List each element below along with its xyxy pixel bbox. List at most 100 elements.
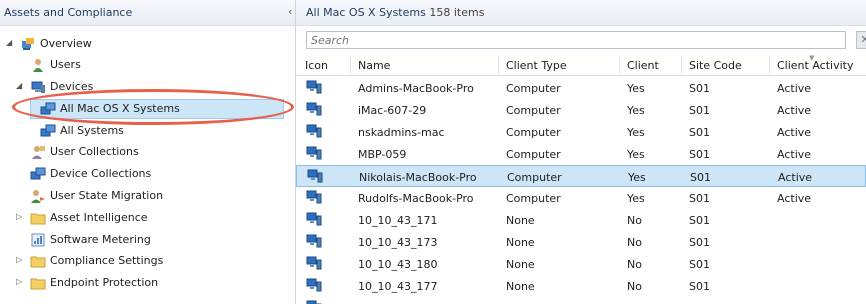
cell-client: Yes (627, 126, 645, 139)
search-box[interactable] (306, 31, 846, 49)
column-divider[interactable] (681, 56, 682, 74)
column-header-client-type[interactable]: Client Type (506, 59, 567, 72)
nav-item-devices[interactable]: ◢ Devices (0, 77, 295, 97)
cell-activity: Active (777, 126, 812, 139)
table-row[interactable]: Rudolfs-MacBook-Pro Computer Yes S01 Active (296, 187, 866, 209)
nav-item-compliance-settings[interactable]: ▷ Compliance Settings (0, 251, 295, 271)
cell-client: No (627, 258, 642, 271)
column-divider[interactable] (350, 56, 351, 74)
nav-item-label: Asset Intelligence (50, 211, 148, 224)
search-input[interactable] (307, 32, 827, 48)
cell-site-code: S01 (689, 280, 710, 293)
cell-client: Yes (627, 148, 645, 161)
nav-item-user-collections[interactable]: User Collections (0, 142, 295, 162)
cell-client-type: Computer (506, 104, 561, 117)
clear-search-button[interactable]: ✕ (856, 31, 866, 49)
column-divider[interactable] (498, 56, 499, 74)
table-row[interactable]: 10_10_43_152NoneNoS01 (296, 297, 866, 304)
computer-icon (306, 124, 322, 138)
overview-icon (20, 36, 36, 52)
cell-name: Rudolfs-MacBook-Pro (358, 192, 474, 205)
nav-item-users[interactable]: Users (0, 55, 295, 75)
nav-item-label: All Systems (60, 124, 124, 137)
nav-item-label: Users (50, 58, 81, 71)
cell-client: No (627, 236, 642, 249)
nav-item-software-metering[interactable]: Software Metering (0, 230, 295, 250)
cell-name: iMac-607-29 (358, 104, 427, 117)
cell-client-type: Computer (506, 82, 561, 95)
computer-icon (306, 102, 322, 116)
expand-arrow-icon[interactable]: ▷ (16, 255, 22, 264)
cell-site-code: S01 (689, 104, 710, 117)
collapse-arrow-icon[interactable]: ◢ (6, 38, 12, 47)
computer-icon (306, 212, 322, 226)
cell-client: No (627, 280, 642, 293)
navigation-pane: Assets and Compliance ◢ Overview Users ◢ Dev… (0, 0, 296, 304)
cell-activity: Active (777, 82, 812, 95)
table-row[interactable]: 10_10_43_180 None No S01 (296, 253, 866, 275)
folder-icon (30, 253, 46, 269)
column-header-name[interactable]: Name (358, 59, 390, 72)
nav-item-label: Endpoint Protection (50, 276, 159, 289)
table-row[interactable]: MBP-059 Computer Yes S01 Active (296, 143, 866, 165)
computer-icon (306, 234, 322, 248)
cell-activity: Active (778, 171, 813, 184)
column-header-client-activity[interactable]: Client Activity (777, 59, 853, 72)
device-collection-icon (40, 123, 56, 139)
cell-site-code: S01 (689, 192, 710, 205)
nav-item-label: User Collections (50, 145, 139, 158)
users-icon (30, 57, 46, 73)
cell-client: Yes (627, 104, 645, 117)
table-row[interactable]: 10_10_43_173 None No S01 (296, 231, 866, 253)
column-header-icon[interactable]: Icon (305, 59, 328, 72)
nav-item-overview[interactable]: ◢ Overview (0, 34, 295, 54)
nav-item-asset-intelligence[interactable]: ▷ Asset Intelligence (0, 208, 295, 228)
cell-activity: Active (777, 192, 812, 205)
device-collection-icon (40, 101, 56, 117)
table-row[interactable]: iMac-607-29 Computer Yes S01 Active (296, 99, 866, 121)
software-metering-icon (30, 232, 46, 248)
table-row[interactable]: nskadmins-mac Computer Yes S01 Active (296, 121, 866, 143)
workspace-title: Assets and Compliance (4, 6, 133, 19)
cell-client-type: None (506, 258, 535, 271)
nav-item-device-collections[interactable]: Device Collections (0, 164, 295, 184)
column-header-client[interactable]: Client (627, 59, 659, 72)
table-row[interactable]: Admins-MacBook-Pro Computer Yes S01 Active (296, 77, 866, 99)
column-divider[interactable] (769, 56, 770, 74)
nav-item-label: Software Metering (50, 233, 151, 246)
user-collection-icon (30, 144, 46, 160)
table-row[interactable]: Nikolais-MacBook-Pro Computer Yes S01 Active (296, 165, 866, 187)
cell-site-code: S01 (689, 214, 710, 227)
nav-header: Assets and Compliance (0, 0, 295, 26)
column-header-site-code[interactable]: Site Code (689, 59, 742, 72)
cell-client: Yes (627, 82, 645, 95)
cell-client-type: Computer (506, 192, 561, 205)
computer-icon (307, 169, 323, 183)
cell-client-type: Computer (506, 126, 561, 139)
expand-arrow-icon[interactable]: ▷ (16, 212, 22, 221)
cell-name: Nikolais-MacBook-Pro (359, 171, 477, 184)
nav-item-all-systems[interactable]: All Systems (0, 121, 295, 141)
cell-name: 10_10_43_171 (358, 214, 438, 227)
computer-icon (306, 300, 322, 304)
expand-arrow-icon[interactable]: ▷ (16, 277, 22, 286)
cell-client-type: Computer (506, 148, 561, 161)
collapse-arrow-icon[interactable]: ◢ (16, 81, 22, 90)
cell-activity: Active (777, 148, 812, 161)
results-header: ‹ All Mac OS X Systems 158 items (288, 0, 866, 26)
nav-item-all-mac-os-x-systems[interactable]: All Mac OS X Systems (0, 99, 295, 119)
table-row[interactable]: 10_10_43_171 None No S01 (296, 209, 866, 231)
nav-item-user-state-migration[interactable]: User State Migration (0, 186, 295, 206)
cell-site-code: S01 (689, 258, 710, 271)
cell-site-code: S01 (690, 171, 711, 184)
computer-icon (306, 146, 322, 160)
devices-icon (30, 79, 46, 95)
collapse-pane-icon[interactable]: ‹ (288, 5, 292, 18)
column-divider[interactable] (619, 56, 620, 74)
nav-item-endpoint-protection[interactable]: ▷ Endpoint Protection (0, 273, 295, 293)
computer-icon (306, 190, 322, 204)
computer-icon (306, 278, 322, 292)
device-collection-icon (30, 166, 46, 182)
cell-name: MBP-059 (358, 148, 407, 161)
table-row[interactable]: 10_10_43_177 None No S01 (296, 275, 866, 297)
